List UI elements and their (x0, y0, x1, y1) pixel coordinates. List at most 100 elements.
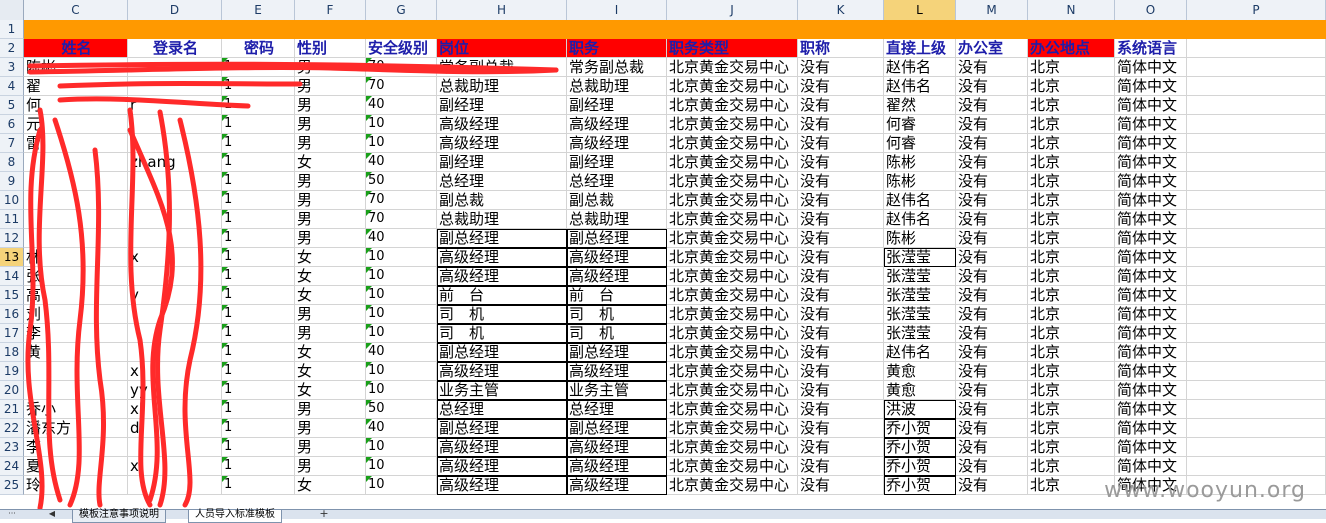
cell-c19[interactable] (24, 362, 128, 381)
cell-p8[interactable] (1187, 153, 1326, 172)
cell-c12[interactable] (24, 229, 128, 248)
cell-o7[interactable]: 简体中文 (1115, 134, 1187, 153)
cell-i22[interactable]: 副总经理 (567, 419, 667, 438)
row-header-2[interactable]: 2 (0, 39, 24, 58)
row-header-6[interactable]: 6 (0, 115, 24, 134)
cell-i23[interactable]: 高级经理 (567, 438, 667, 457)
cell-e25[interactable]: 1 (222, 476, 295, 495)
cell-m10[interactable]: 没有 (956, 191, 1028, 210)
cell-g16[interactable]: 10 (366, 305, 437, 324)
row-header-23[interactable]: 23 (0, 438, 24, 457)
cell-n21[interactable]: 北京 (1028, 400, 1115, 419)
cell-i4[interactable]: 总裁助理 (567, 77, 667, 96)
column-header-c[interactable]: C (24, 0, 128, 20)
cell-g23[interactable]: 10 (366, 438, 437, 457)
cell-k17[interactable]: 没有 (798, 324, 884, 343)
cell-f20[interactable]: 女 (295, 381, 366, 400)
cell-c14[interactable]: 张 (24, 267, 128, 286)
cell-f3[interactable]: 男 (295, 58, 366, 77)
cell-j19[interactable]: 北京黄金交易中心 (667, 362, 798, 381)
cell-i21[interactable]: 总经理 (567, 400, 667, 419)
column-header-n[interactable]: N (1028, 0, 1115, 20)
cell-f6[interactable]: 男 (295, 115, 366, 134)
cell-n7[interactable]: 北京 (1028, 134, 1115, 153)
column-header-l[interactable]: L (884, 0, 956, 20)
cell-c13[interactable]: 林 (24, 248, 128, 267)
cell-d6[interactable]: j (128, 115, 222, 134)
cell-p16[interactable] (1187, 305, 1326, 324)
row-header-9[interactable]: 9 (0, 172, 24, 191)
cell-m8[interactable]: 没有 (956, 153, 1028, 172)
cell-c20[interactable] (24, 381, 128, 400)
cell-g9[interactable]: 50 (366, 172, 437, 191)
header-cell-d[interactable]: 登录名 (128, 39, 222, 58)
cell-m12[interactable]: 没有 (956, 229, 1028, 248)
cell-i12[interactable]: 副总经理 (567, 229, 667, 248)
cell-o9[interactable]: 简体中文 (1115, 172, 1187, 191)
cell-n15[interactable]: 北京 (1028, 286, 1115, 305)
cell-i15[interactable]: 前 台 (567, 286, 667, 305)
cell-n24[interactable]: 北京 (1028, 457, 1115, 476)
cell-o14[interactable]: 简体中文 (1115, 267, 1187, 286)
cell-n23[interactable]: 北京 (1028, 438, 1115, 457)
cell-k9[interactable]: 没有 (798, 172, 884, 191)
cell-l6[interactable]: 何睿 (884, 115, 956, 134)
cell-g11[interactable]: 70 (366, 210, 437, 229)
header-cell-o[interactable]: 系统语言 (1115, 39, 1187, 58)
cell-h4[interactable]: 总裁助理 (437, 77, 567, 96)
cell-p24[interactable] (1187, 457, 1326, 476)
cell-l15[interactable]: 张滢莹 (884, 286, 956, 305)
cell-c23[interactable]: 李 (24, 438, 128, 457)
row-header-3[interactable]: 3 (0, 58, 24, 77)
cell-h17[interactable]: 司 机 (437, 324, 567, 343)
cell-p14[interactable] (1187, 267, 1326, 286)
cell-j14[interactable]: 北京黄金交易中心 (667, 267, 798, 286)
cell-c6[interactable]: 元 (24, 115, 128, 134)
header-cell-c[interactable]: 姓名 (24, 39, 128, 58)
cell-k3[interactable]: 没有 (798, 58, 884, 77)
cell-i7[interactable]: 高级经理 (567, 134, 667, 153)
cell-g24[interactable]: 10 (366, 457, 437, 476)
cell-i3[interactable]: 常务副总裁 (567, 58, 667, 77)
cell-k13[interactable]: 没有 (798, 248, 884, 267)
cell-h18[interactable]: 副总经理 (437, 343, 567, 362)
cell-p4[interactable] (1187, 77, 1326, 96)
cell-i20[interactable]: 业务主管 (567, 381, 667, 400)
cell-l21[interactable]: 洪波 (884, 400, 956, 419)
cell-e11[interactable]: 1 (222, 210, 295, 229)
cell-h16[interactable]: 司 机 (437, 305, 567, 324)
cell-m3[interactable]: 没有 (956, 58, 1028, 77)
cell-c17[interactable]: 李 (24, 324, 128, 343)
cell-f5[interactable]: 男 (295, 96, 366, 115)
cell-l20[interactable]: 黄愈 (884, 381, 956, 400)
cell-h8[interactable]: 副经理 (437, 153, 567, 172)
cell-j16[interactable]: 北京黄金交易中心 (667, 305, 798, 324)
cell-e24[interactable]: 1 (222, 457, 295, 476)
cell-p5[interactable] (1187, 96, 1326, 115)
cell-o18[interactable]: 简体中文 (1115, 343, 1187, 362)
cell-f23[interactable]: 男 (295, 438, 366, 457)
cell-n10[interactable]: 北京 (1028, 191, 1115, 210)
cell-g25[interactable]: 10 (366, 476, 437, 495)
cell-m25[interactable]: 没有 (956, 476, 1028, 495)
cell-f9[interactable]: 男 (295, 172, 366, 191)
column-header-d[interactable]: D (128, 0, 222, 20)
cell-e4[interactable]: 1 (222, 77, 295, 96)
cell-d12[interactable] (128, 229, 222, 248)
cell-o12[interactable]: 简体中文 (1115, 229, 1187, 248)
cell-i14[interactable]: 高级经理 (567, 267, 667, 286)
cell-f21[interactable]: 男 (295, 400, 366, 419)
cell-l4[interactable]: 赵伟名 (884, 77, 956, 96)
cell-f19[interactable]: 女 (295, 362, 366, 381)
cell-p18[interactable] (1187, 343, 1326, 362)
column-header-p[interactable]: P (1187, 0, 1326, 20)
header-cell-p[interactable] (1187, 39, 1326, 58)
cell-h20[interactable]: 业务主管 (437, 381, 567, 400)
cell-c5[interactable]: 何 (24, 96, 128, 115)
cell-j3[interactable]: 北京黄金交易中心 (667, 58, 798, 77)
cell-m23[interactable]: 没有 (956, 438, 1028, 457)
cell-o21[interactable]: 简体中文 (1115, 400, 1187, 419)
cell-o22[interactable]: 简体中文 (1115, 419, 1187, 438)
cell-m5[interactable]: 没有 (956, 96, 1028, 115)
cell-o4[interactable]: 简体中文 (1115, 77, 1187, 96)
